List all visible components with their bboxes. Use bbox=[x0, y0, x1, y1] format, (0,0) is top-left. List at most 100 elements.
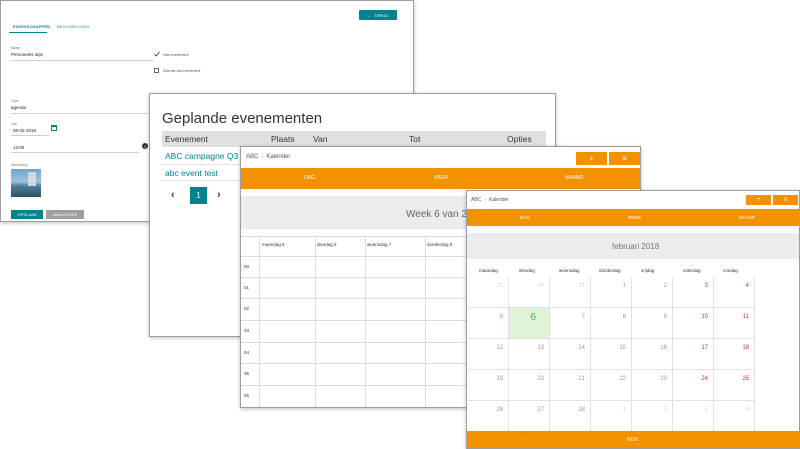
prev-month-icon[interactable]: ‹ bbox=[522, 437, 524, 443]
calendar-day[interactable]: 28 bbox=[550, 401, 591, 432]
day-number: 28 bbox=[578, 407, 585, 413]
tab-beschrijving[interactable]: BESCHRIJVING bbox=[57, 24, 89, 29]
day-number: 4 bbox=[745, 407, 749, 413]
day-header: dinsdag 6 bbox=[317, 242, 337, 247]
view-maand[interactable]: MAAND bbox=[565, 175, 583, 181]
calendar-day[interactable]: 11 bbox=[714, 308, 755, 339]
day-number: 31 bbox=[578, 283, 585, 289]
add-event-button[interactable]: + bbox=[746, 195, 771, 205]
day-number: 18 bbox=[742, 345, 749, 351]
hour-label: 00 bbox=[244, 264, 250, 269]
day-number: 26 bbox=[496, 407, 503, 413]
day-number: 10 bbox=[701, 314, 708, 320]
calendar-day[interactable]: 7 bbox=[550, 308, 591, 339]
view-week[interactable]: WEEK bbox=[434, 175, 449, 181]
footer-label[interactable]: NOG bbox=[627, 437, 638, 443]
name-field[interactable]: Personeels uitje bbox=[11, 52, 43, 57]
table-row[interactable]: abc event test bbox=[165, 168, 218, 178]
view-maand[interactable]: MAAND bbox=[739, 215, 755, 220]
day-number: 4 bbox=[745, 283, 749, 289]
event-photo[interactable] bbox=[11, 169, 41, 197]
option-hele-evenement-label: Hele evenement bbox=[163, 53, 189, 57]
calendar-day[interactable]: 3 bbox=[673, 401, 714, 432]
type-field[interactable]: agenda bbox=[11, 105, 26, 110]
list-view-button[interactable]: ≡ bbox=[609, 152, 640, 165]
calendar-day[interactable]: 25 bbox=[714, 370, 755, 401]
calendar-day[interactable]: 2 bbox=[632, 277, 673, 308]
breadcrumb-current: Kalender bbox=[266, 154, 291, 160]
calendar-day[interactable]: 23 bbox=[632, 370, 673, 401]
calendar-day[interactable]: 22 bbox=[591, 370, 632, 401]
date-field-underline bbox=[11, 135, 49, 136]
hour-label: 06 bbox=[244, 393, 250, 398]
table-header bbox=[162, 131, 546, 147]
back-button[interactable]: ← TERUG bbox=[359, 10, 397, 20]
chevron-right-icon: › bbox=[484, 197, 486, 203]
view-dag[interactable]: DAG bbox=[304, 175, 315, 181]
next-month-icon[interactable]: › bbox=[751, 437, 753, 443]
pagination-prev-icon[interactable]: ‹ bbox=[171, 189, 175, 201]
option-checkbox[interactable] bbox=[154, 68, 159, 73]
calendar-day[interactable]: 29 bbox=[468, 277, 509, 308]
calendar-day[interactable]: 26 bbox=[468, 401, 509, 432]
date-field[interactable]: 06-02-2018 bbox=[13, 128, 36, 133]
calendar-day[interactable]: 8 bbox=[591, 308, 632, 339]
pagination-next-icon[interactable]: › bbox=[217, 189, 221, 201]
calendar-day[interactable]: 20 bbox=[509, 370, 550, 401]
calendar-day[interactable]: 15 bbox=[591, 339, 632, 370]
option-selectie-label: Selectie van evenement bbox=[163, 69, 201, 73]
calendar-day[interactable]: 16 bbox=[632, 339, 673, 370]
photo-label: Afbeelding bbox=[11, 163, 28, 167]
calendar-day[interactable]: 5 bbox=[468, 308, 509, 339]
day-number: 5 bbox=[499, 314, 503, 320]
calendar-icon[interactable] bbox=[51, 125, 57, 131]
day-number: 7 bbox=[581, 314, 585, 320]
calendar-day[interactable]: 27 bbox=[509, 401, 550, 432]
column-header-van: Van bbox=[313, 134, 328, 144]
view-dag[interactable]: DAG bbox=[520, 215, 530, 220]
info-icon[interactable]: i bbox=[142, 143, 148, 149]
tab-eigenschappen[interactable]: EIGENSCHAPPEN bbox=[13, 24, 50, 29]
calendar-day[interactable]: 30 bbox=[509, 277, 550, 308]
cancel-button[interactable]: ANNULEREN bbox=[46, 210, 84, 219]
add-event-button[interactable]: + bbox=[576, 152, 607, 165]
day-number: 29 bbox=[496, 283, 503, 289]
calendar-day[interactable]: 14 bbox=[550, 339, 591, 370]
calendar-day[interactable]: 6 bbox=[509, 308, 550, 339]
calendar-day[interactable]: 19 bbox=[468, 370, 509, 401]
calendar-day[interactable]: 17 bbox=[673, 339, 714, 370]
calendar-day[interactable]: 21 bbox=[550, 370, 591, 401]
calendar-day[interactable]: 4 bbox=[714, 277, 755, 308]
name-label: Naam bbox=[11, 46, 21, 50]
list-view-button[interactable]: ≡ bbox=[773, 195, 798, 205]
save-button[interactable]: OPSLAAN bbox=[11, 210, 43, 219]
arrow-left-icon: ← bbox=[367, 12, 372, 18]
day-number: 1 bbox=[622, 283, 626, 289]
table-row[interactable]: ABC campagne Q3 bbox=[165, 151, 238, 161]
day-number: 3 bbox=[704, 283, 708, 289]
chevron-right-icon: › bbox=[261, 154, 264, 160]
weekday-header: donderdag bbox=[599, 268, 621, 273]
weekday-header: vrijdag bbox=[641, 268, 655, 273]
calendar-day[interactable]: 1 bbox=[591, 401, 632, 432]
calendar-day[interactable]: 12 bbox=[468, 339, 509, 370]
calendar-day[interactable]: 4 bbox=[714, 401, 755, 432]
calendar-day[interactable]: 3 bbox=[673, 277, 714, 308]
calendar-day[interactable]: 1 bbox=[591, 277, 632, 308]
breadcrumb-root[interactable]: ABC bbox=[246, 154, 258, 160]
calendar-day[interactable]: 2 bbox=[632, 401, 673, 432]
check-icon[interactable] bbox=[154, 51, 160, 57]
calendar-day[interactable]: 24 bbox=[673, 370, 714, 401]
breadcrumb: ABC › Kalender bbox=[246, 154, 290, 160]
view-week[interactable]: WEEK bbox=[628, 215, 641, 220]
calendar-day[interactable]: 13 bbox=[509, 339, 550, 370]
calendar-day[interactable]: 18 bbox=[714, 339, 755, 370]
calendar-day[interactable]: 9 bbox=[632, 308, 673, 339]
pagination-current-page[interactable]: 1 bbox=[190, 187, 207, 204]
breadcrumb-root[interactable]: ABC bbox=[471, 197, 481, 203]
breadcrumb: ABC › Kalender bbox=[471, 197, 509, 203]
calendar-day[interactable]: 31 bbox=[550, 277, 591, 308]
time-field[interactable]: 12:00 bbox=[13, 145, 24, 150]
calendar-day[interactable]: 10 bbox=[673, 308, 714, 339]
breadcrumb-current: Kalender bbox=[488, 197, 509, 203]
